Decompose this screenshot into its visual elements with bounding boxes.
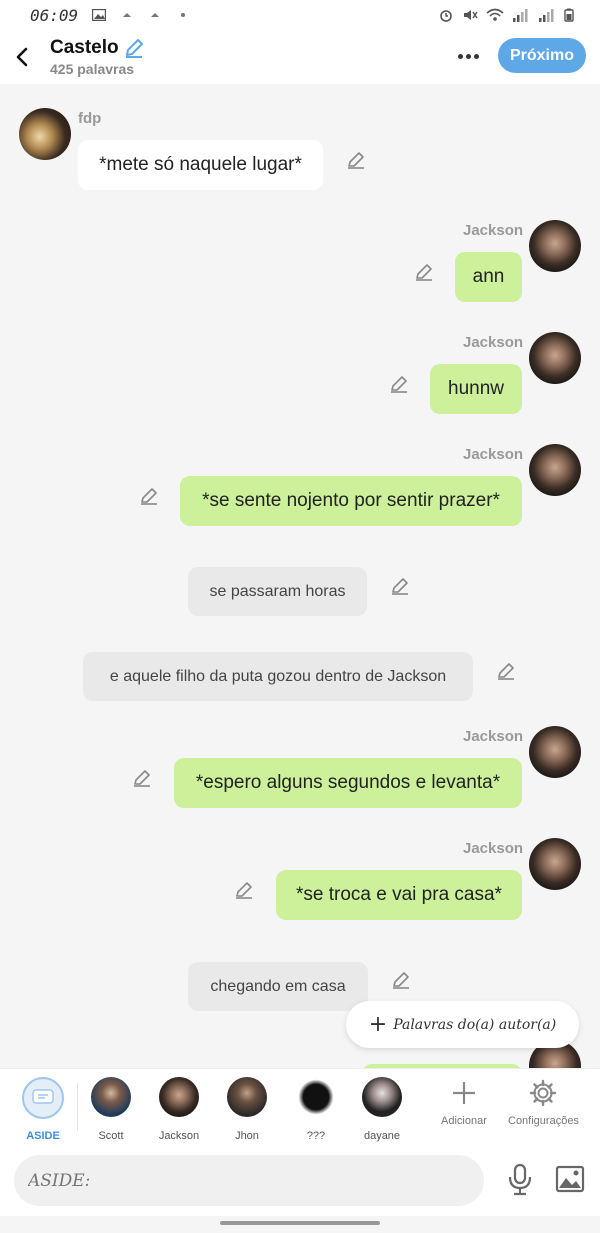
character-dayane[interactable]: dayane <box>350 1077 414 1142</box>
signal-icon <box>539 9 554 22</box>
input-bar <box>0 1146 600 1216</box>
image-gallery-icon[interactable] <box>555 1165 585 1193</box>
plus-icon: + <box>368 1012 388 1037</box>
divider <box>77 1083 78 1131</box>
message-author: Jackson <box>463 840 524 857</box>
aside-bubble[interactable]: chegando em casa <box>188 962 368 1011</box>
settings-button[interactable]: Configurações <box>508 1079 579 1127</box>
character-aside[interactable]: ASIDE <box>11 1077 75 1142</box>
alarm-icon <box>440 10 452 22</box>
status-bar: 06:09 <box>0 0 600 30</box>
message-input[interactable] <box>14 1155 484 1206</box>
notification-dot-icon <box>123 13 132 17</box>
edit-message-icon[interactable] <box>496 661 516 681</box>
message-author: Jackson <box>463 446 524 463</box>
add-character-button[interactable]: Adicionar <box>441 1079 487 1127</box>
author-words-button[interactable]: + Palavras do(a) autor(a) <box>346 1001 579 1048</box>
edit-message-icon[interactable] <box>132 768 152 788</box>
page-title: Castelo <box>50 37 119 58</box>
message-author: Jackson <box>463 222 524 239</box>
avatar-jackson[interactable] <box>529 332 581 384</box>
next-button[interactable]: Próximo <box>498 38 586 73</box>
plus-icon <box>452 1082 475 1104</box>
edit-message-icon[interactable] <box>139 486 159 506</box>
character-scott[interactable]: Scott <box>79 1077 143 1142</box>
more-options-button[interactable] <box>452 44 484 68</box>
title-block: Castelo 425 palavras <box>50 37 145 77</box>
character-label: Scott <box>98 1130 124 1142</box>
character-unknown[interactable]: ??? <box>284 1077 348 1142</box>
edit-message-icon[interactable] <box>390 576 410 596</box>
message-bubble[interactable]: ann <box>455 252 522 302</box>
character-label: ??? <box>306 1130 326 1142</box>
character-label: ASIDE <box>26 1130 60 1142</box>
edit-message-icon[interactable] <box>389 374 409 394</box>
jackson-avatar <box>159 1077 199 1117</box>
avatar-jackson[interactable] <box>529 838 581 890</box>
status-time: 06:09 <box>30 5 79 25</box>
mute-icon <box>464 10 478 20</box>
word-count: 425 palavras <box>50 61 135 77</box>
edit-message-icon[interactable] <box>391 970 411 990</box>
back-button[interactable] <box>2 30 42 84</box>
message-author: fdp <box>78 110 102 127</box>
aside-bubble[interactable]: se passaram horas <box>188 567 367 616</box>
chat-bubble-icon <box>32 1089 54 1104</box>
character-label: Jackson <box>158 1130 200 1142</box>
wifi-icon <box>486 8 504 21</box>
author-words-label: Palavras do(a) autor(a) <box>393 1016 557 1033</box>
avatar-jackson[interactable] <box>529 220 581 272</box>
edit-message-icon[interactable] <box>234 880 254 900</box>
character-label: Jhon <box>235 1130 259 1142</box>
edit-message-icon[interactable] <box>346 150 366 170</box>
jhon-avatar <box>227 1077 267 1117</box>
settings-label: Configurações <box>508 1115 579 1127</box>
more-notifications-icon <box>181 13 186 17</box>
back-arrow-icon <box>16 47 28 67</box>
dayane-avatar <box>362 1077 402 1117</box>
chat-area[interactable]: fdp *mete só naquele lugar* Jackson ann … <box>0 84 600 1068</box>
signal-icon <box>513 9 528 22</box>
character-label: dayane <box>363 1130 401 1142</box>
image-notification-icon <box>92 9 107 21</box>
add-label: Adicionar <box>441 1115 487 1127</box>
microphone-icon[interactable] <box>506 1163 534 1197</box>
avatar-jackson[interactable] <box>529 726 581 778</box>
avatar-jackson[interactable] <box>529 444 581 496</box>
scott-avatar <box>91 1077 131 1117</box>
battery-icon <box>564 8 574 22</box>
message-bubble[interactable]: *mete só naquele lugar* <box>78 140 323 190</box>
notification-dot-icon <box>151 13 160 17</box>
unknown-avatar <box>296 1077 336 1117</box>
home-indicator <box>0 1216 600 1233</box>
character-jackson[interactable]: Jackson <box>147 1077 211 1142</box>
character-bar: ASIDE Scott Jackson Jhon ??? dayane Adic… <box>0 1068 600 1146</box>
aside-bubble[interactable]: e aquele filho da puta gozou dentro de J… <box>83 652 473 701</box>
message-bubble[interactable]: *se sente nojento por sentir prazer* <box>180 476 522 526</box>
gear-icon <box>530 1079 557 1107</box>
message-bubble[interactable]: hunnw <box>430 364 522 414</box>
edit-message-icon[interactable] <box>414 262 434 282</box>
message-author: Jackson <box>463 334 524 351</box>
message-bubble[interactable]: *se troca e vai pra casa* <box>276 870 522 920</box>
character-jhon[interactable]: Jhon <box>215 1077 279 1142</box>
message-bubble[interactable]: *espero alguns segundos e levanta* <box>174 758 522 808</box>
edit-title-icon[interactable] <box>123 37 145 59</box>
message-author: Jackson <box>463 728 524 745</box>
avatar-fdp[interactable] <box>19 108 71 160</box>
aside-avatar <box>22 1077 64 1119</box>
app-header: Castelo 425 palavras Próximo <box>0 30 600 84</box>
